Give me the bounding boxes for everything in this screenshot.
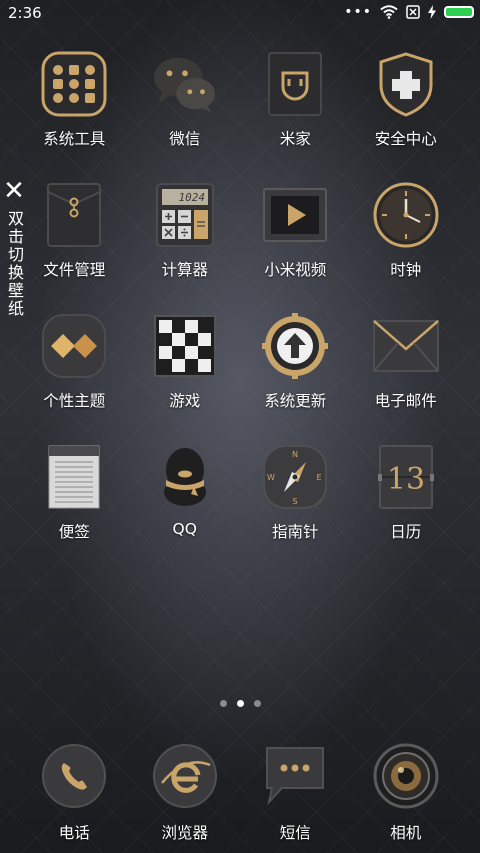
clock-icon (372, 181, 440, 249)
app-label: 安全中心 (374, 130, 437, 148)
app-clock[interactable]: 时钟 (351, 181, 462, 312)
app-label: 游戏 (169, 392, 201, 410)
app-calendar[interactable]: 13 日历 (351, 443, 462, 574)
app-file-manager[interactable]: 文件管理 (19, 181, 130, 312)
browser-icon (151, 742, 219, 810)
app-label: 相机 (390, 824, 422, 842)
app-label: 文件管理 (43, 261, 106, 279)
dock-camera[interactable]: 相机 (351, 742, 462, 843)
status-time: 2:36 (8, 4, 42, 22)
compass-west-label: W (267, 473, 275, 482)
checkerboard-icon (151, 312, 219, 380)
app-label: 电子邮件 (374, 392, 437, 410)
app-notes[interactable]: 便签 (19, 443, 130, 574)
app-label: 微信 (169, 130, 201, 148)
app-qq[interactable]: QQ (130, 443, 241, 574)
phone-icon (40, 742, 108, 810)
dock-phone[interactable]: 电话 (19, 742, 130, 843)
app-themes[interactable]: 个性主题 (19, 312, 130, 443)
page-dot[interactable] (253, 700, 261, 707)
wifi-icon (380, 5, 398, 19)
app-label: 电话 (58, 824, 90, 842)
calculator-display: 1024 (178, 191, 205, 204)
wechat-icon (151, 50, 219, 118)
status-bar: 2:36 ••• (0, 0, 480, 28)
app-label: 小米视频 (264, 261, 327, 279)
more-notifications-icon: ••• (344, 4, 372, 20)
app-mi-video[interactable]: 小米视频 (240, 181, 351, 312)
app-games[interactable]: 游戏 (130, 312, 241, 443)
app-system-update[interactable]: 系统更新 (240, 312, 351, 443)
calendar-date: 13 (387, 462, 425, 497)
page-indicator (0, 700, 480, 707)
dock: 电话 浏览器 短信 相机 (19, 742, 461, 843)
charging-icon (428, 5, 436, 19)
theme-icon (40, 312, 108, 380)
app-label: 米家 (279, 130, 311, 148)
app-mijia[interactable]: 米家 (240, 50, 351, 181)
update-gear-icon (261, 312, 329, 380)
app-email[interactable]: 电子邮件 (351, 312, 462, 443)
dock-browser[interactable]: 浏览器 (130, 742, 241, 843)
mijia-icon (261, 50, 329, 118)
compass-south-label: S (293, 497, 298, 506)
app-label: 短信 (279, 824, 311, 842)
compass-east-label: E (317, 473, 322, 482)
app-label: 系统更新 (264, 392, 327, 410)
app-label: 便签 (58, 523, 90, 541)
no-sim-icon (406, 5, 420, 19)
video-play-icon (261, 181, 329, 249)
app-security-center[interactable]: 安全中心 (351, 50, 462, 181)
app-compass[interactable]: N E S W 指南针 (240, 443, 351, 574)
mail-envelope-icon (372, 312, 440, 380)
shield-icon (372, 50, 440, 118)
app-label: QQ (172, 520, 197, 538)
message-icon (261, 742, 329, 810)
app-wechat[interactable]: 微信 (130, 50, 241, 181)
tools-folder-icon (40, 50, 108, 118)
calendar-icon: 13 (372, 443, 440, 511)
battery-icon (444, 6, 474, 18)
qq-penguin-icon (151, 443, 219, 511)
app-label: 时钟 (390, 261, 422, 279)
compass-north-label: N (292, 450, 298, 459)
app-label: 浏览器 (161, 824, 208, 842)
folder-envelope-icon (40, 181, 108, 249)
page-dot-active[interactable] (236, 700, 244, 707)
app-calculator[interactable]: 1024 计算器 (130, 181, 241, 312)
app-label: 指南针 (271, 523, 319, 541)
camera-icon (372, 742, 440, 810)
app-label: 个性主题 (43, 392, 106, 410)
app-label: 计算器 (161, 261, 208, 279)
dock-messages[interactable]: 短信 (240, 742, 351, 843)
app-label: 系统工具 (43, 130, 106, 148)
status-icons: ••• (344, 5, 474, 19)
calculator-icon: 1024 (151, 181, 219, 249)
app-grid: 系统工具 微信 米家 安全中心 文件管理 1024 计算器 小米视频 时钟 个性… (19, 50, 461, 574)
page-dot[interactable] (219, 700, 227, 707)
app-system-tools[interactable]: 系统工具 (19, 50, 130, 181)
notes-icon (40, 443, 108, 511)
app-label: 日历 (390, 523, 422, 541)
compass-icon: N E S W (261, 443, 329, 511)
